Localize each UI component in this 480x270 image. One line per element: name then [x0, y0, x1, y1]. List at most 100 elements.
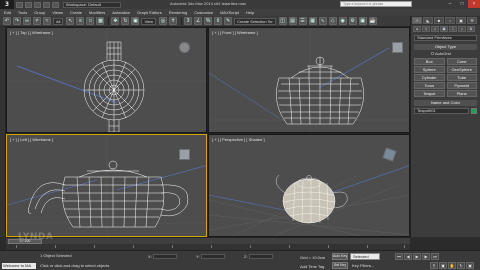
menu-create[interactable]: Create	[70, 10, 82, 15]
rotate-icon[interactable]: ↻	[121, 17, 130, 25]
viewport-label[interactable]: [ + ] [ Left ] [ Wireframe ]	[10, 137, 53, 142]
box-button[interactable]: Box	[414, 58, 445, 65]
undo-icon[interactable]	[43, 1, 50, 8]
autogrid-checkbox[interactable]: AutoGrid	[431, 51, 477, 56]
workspace-dropdown[interactable]: Workspace: Default	[63, 1, 121, 8]
menu-views[interactable]: Views	[52, 10, 63, 15]
z-coordinate-field[interactable]	[248, 254, 273, 260]
search-input[interactable]: Type a keyword or phrase	[340, 1, 412, 7]
next-frame-icon[interactable]: ▶	[422, 253, 430, 260]
render-production-icon[interactable]: ☕	[368, 17, 377, 25]
zoom-all-icon[interactable]: ▣	[439, 262, 447, 269]
select-manipulate-icon[interactable]: ✝	[169, 17, 178, 25]
object-name-field[interactable]: Teapot001	[414, 108, 469, 114]
pan-icon[interactable]: ✋	[448, 262, 456, 269]
graphite-ribbon-icon[interactable]: ▦	[308, 17, 317, 25]
hierarchy-tab-icon[interactable]: ■	[434, 17, 444, 24]
torus-button[interactable]: Torus	[414, 82, 445, 89]
save-file-icon[interactable]	[34, 1, 41, 8]
x-coordinate-field[interactable]	[152, 254, 177, 260]
selection-region-icon[interactable]: □	[86, 17, 95, 25]
menu-help[interactable]: Help	[246, 10, 254, 15]
minimize-icon[interactable]: –	[444, 0, 456, 8]
viewcube-icon[interactable]	[392, 42, 403, 53]
link-icon[interactable]: ∞	[23, 17, 31, 25]
redo-icon[interactable]	[52, 1, 59, 8]
angle-snap-icon[interactable]: ∠	[194, 17, 203, 25]
named-selection-dropdown[interactable]: Create Selection Se	[234, 17, 276, 25]
schematic-view-icon[interactable]: ◇	[328, 17, 337, 25]
material-editor-icon[interactable]: ◉	[338, 17, 347, 25]
open-file-icon[interactable]	[25, 1, 32, 8]
sphere-button[interactable]: Sphere	[414, 66, 445, 73]
viewport-label[interactable]: [ + ] [ Top ] [ Wireframe ]	[10, 30, 53, 35]
maximize-viewport-icon[interactable]: ▣	[466, 262, 474, 269]
redo-tool-icon[interactable]: ↷	[13, 17, 21, 25]
menu-maxscript[interactable]: MAXScript	[220, 10, 239, 15]
y-coordinate-field[interactable]	[200, 254, 225, 260]
scale-icon[interactable]: ▣	[131, 17, 140, 25]
space-warps-icon[interactable]: ≈	[458, 26, 466, 32]
add-time-tag[interactable]: Add Time Tag	[300, 264, 324, 269]
pivot-center-icon[interactable]: ◎	[159, 17, 168, 25]
object-type-rollout[interactable]: Object Type	[414, 44, 477, 50]
menu-customize[interactable]: Customize	[194, 10, 213, 15]
edit-named-selection-icon[interactable]: ✎	[224, 17, 233, 25]
undo-tool-icon[interactable]: ↶	[3, 17, 11, 25]
utilities-tab-icon[interactable]: ⚒	[467, 17, 477, 24]
orbit-icon[interactable]: ↻	[457, 262, 465, 269]
unlink-icon[interactable]: ≠	[33, 17, 41, 25]
align-icon[interactable]: ▤	[288, 17, 297, 25]
menu-group[interactable]: Group	[34, 10, 45, 15]
auto-key-button[interactable]: Auto Key	[332, 253, 348, 260]
mirror-icon[interactable]: ◫	[278, 17, 287, 25]
render-setup-icon[interactable]: ⚙	[348, 17, 357, 25]
menu-tools[interactable]: Tools	[18, 10, 27, 15]
cone-button[interactable]: Cone	[446, 58, 477, 65]
selection-filter-dropdown[interactable]: All	[53, 17, 64, 25]
teapot-button[interactable]: Teapot	[414, 90, 445, 97]
geosphere-button[interactable]: GeoSphere	[446, 66, 477, 73]
viewport-label[interactable]: [ + ] [ Front ] [ Wireframe ]	[212, 30, 258, 35]
shapes-icon[interactable]: ◊	[422, 26, 430, 32]
new-scene-icon[interactable]	[16, 1, 23, 8]
maximize-icon[interactable]: □	[456, 0, 468, 8]
tube-button[interactable]: Tube	[446, 74, 477, 81]
name-and-color-rollout[interactable]: Name and Color	[414, 100, 477, 106]
menu-animation[interactable]: Animation	[112, 10, 130, 15]
viewport-top[interactable]: [ + ] [ Top ] [ Wireframe ]	[6, 27, 207, 133]
move-icon[interactable]: ✥	[111, 17, 120, 25]
go-to-end-icon[interactable]: ⏭	[431, 253, 439, 260]
go-to-start-icon[interactable]: ⏮	[395, 253, 403, 260]
primitive-type-dropdown[interactable]: Standard Primitives	[414, 35, 477, 41]
viewport-front[interactable]: [ + ] [ Front ] [ Wireframe ]	[208, 27, 410, 133]
pyramid-button[interactable]: Pyramid	[446, 82, 477, 89]
rendered-frame-icon[interactable]: ▣	[358, 17, 367, 25]
set-key-button[interactable]: Set Key	[332, 262, 348, 269]
viewport-left[interactable]: [ + ] [ Left ] [ Wireframe ]	[6, 134, 207, 237]
previous-frame-icon[interactable]: ◀	[404, 253, 412, 260]
zoom-icon[interactable]: ⚲	[430, 262, 438, 269]
helpers-icon[interactable]: □	[449, 26, 457, 32]
window-crossing-icon[interactable]: ▩	[96, 17, 105, 25]
menu-rendering[interactable]: Rendering	[169, 10, 187, 15]
display-tab-icon[interactable]: ▣	[456, 17, 466, 24]
cylinder-button[interactable]: Cylinder	[414, 74, 445, 81]
select-by-name-icon[interactable]: ≡	[76, 17, 85, 25]
bind-space-warp-icon[interactable]: ≈	[43, 17, 51, 25]
close-icon[interactable]: ×	[468, 0, 480, 8]
menu-edit[interactable]: Edit	[4, 10, 11, 15]
maxscript-listener-field[interactable]: Welcome to MA	[2, 263, 36, 269]
menu-graph-editors[interactable]: Graph Editors	[137, 10, 162, 15]
create-tab-icon[interactable]: +	[412, 17, 422, 24]
key-filters-button[interactable]: Key Filters...	[352, 263, 374, 268]
motion-tab-icon[interactable]: ○	[445, 17, 455, 24]
viewport-perspective[interactable]: [ + ] [ Perspective ] [ Shaded ]	[208, 134, 410, 237]
plane-button[interactable]: Plane	[446, 90, 477, 97]
viewport-label[interactable]: [ + ] [ Perspective ] [ Shaded ]	[212, 137, 265, 142]
key-mode-dropdown[interactable]: Selected	[350, 253, 380, 260]
spinner-snap-icon[interactable]: ⇕	[214, 17, 223, 25]
percent-snap-icon[interactable]: %	[204, 17, 213, 25]
viewcube-icon[interactable]	[179, 42, 190, 53]
curve-editor-icon[interactable]: ∿	[318, 17, 327, 25]
